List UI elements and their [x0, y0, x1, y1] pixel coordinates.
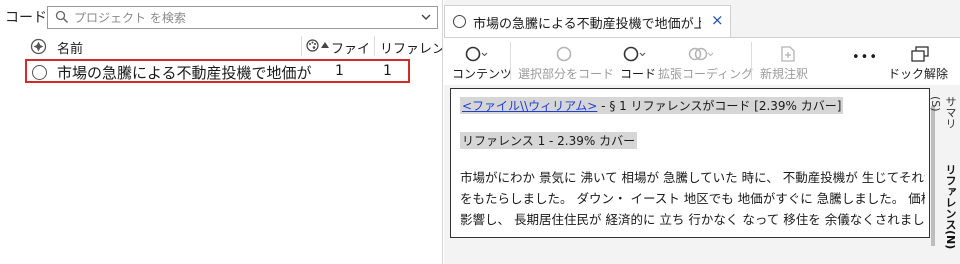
tab-code-detail[interactable]: 市場の急騰による不動産投機で地価が上昇し、 × — [444, 5, 731, 37]
target-icon[interactable] — [30, 38, 47, 55]
column-divider[interactable] — [374, 36, 375, 56]
column-header-name[interactable]: 名前 — [57, 38, 83, 57]
code-selection-button[interactable]: 選択部分をコード — [518, 40, 616, 84]
code-list-pane: コード 名前 ファイ リファレン — [0, 0, 443, 264]
code-list-header: 名前 ファイ リファレン — [0, 36, 443, 57]
reference-text-line: 影響し、 長期居住住民が 経済的に 立ち 行かなく なって 移住を 余儀なくされ… — [460, 212, 925, 227]
search-input[interactable] — [74, 9, 404, 26]
new-memo-icon — [781, 46, 795, 62]
project-search-box[interactable] — [47, 6, 438, 29]
detail-toolbar: コンテンツ 選択部分をコード コード 拡張コーディング 新規注釈 ••• ドック… — [444, 37, 960, 85]
new-memo-label: 新規注釈 — [760, 67, 809, 81]
undock-label: ドック解除 — [888, 67, 949, 81]
tab-label: 市場の急騰による不動産投機で地価が上昇し、 — [473, 17, 701, 32]
contents-radio-icon — [465, 46, 488, 62]
reference-header: リファレンス 1 - 2.39% カバー — [460, 132, 638, 149]
tab-summary[interactable]: サマリ (S) — [929, 96, 958, 144]
code-reference-count: 1 — [383, 63, 392, 79]
column-divider[interactable] — [301, 36, 302, 56]
code-button[interactable]: コード — [620, 40, 656, 84]
toolbar-divider — [751, 42, 752, 80]
reference-text-line: をもたらしました。 ダウン・ イースト 地区でも 地価がすぐに 急騰しました。 … — [460, 191, 925, 206]
close-icon[interactable]: × — [711, 11, 724, 29]
code-radio-icon — [453, 15, 466, 28]
tab-reference[interactable]: リファレンス(N) — [940, 164, 958, 262]
contents-button[interactable]: コンテンツ — [452, 40, 512, 84]
undock-window-icon — [911, 46, 929, 62]
more-icon: ••• — [852, 50, 879, 65]
side-tab-strip: サマリ (S) リファレンス(N) — [929, 88, 960, 264]
code-search-row: コード — [0, 0, 443, 34]
extended-coding-button[interactable]: 拡張コーディング — [658, 40, 753, 84]
new-memo-button[interactable]: 新規注釈 — [760, 40, 816, 84]
toolbar-divider — [510, 42, 511, 80]
file-link[interactable]: <ファイル\\ウィリアム> — [462, 99, 597, 113]
chevron-down-icon[interactable] — [421, 13, 431, 21]
reference-document-view[interactable]: <ファイル\\ウィリアム> - § 1 リファレンスがコード [2.39% カバ… — [450, 88, 930, 238]
coverage-summary: - § 1 リファレンスがコード [2.39% カバー] — [597, 99, 842, 113]
column-header-files[interactable]: ファイ — [331, 38, 370, 57]
code-selection-icon — [556, 46, 572, 62]
extended-coding-label: 拡張コーディング — [658, 67, 754, 81]
search-icon — [55, 10, 69, 24]
pane-title: コード — [5, 10, 47, 26]
detail-pane: 市場の急騰による不動産投機で地価が上昇し、 × コンテンツ 選択部分をコード コ… — [444, 0, 960, 264]
code-file-count: 1 — [335, 63, 344, 79]
extended-coding-icon — [688, 47, 714, 61]
sort-ascending-icon — [321, 42, 329, 48]
document-reference-header: <ファイル\\ウィリアム> - § 1 リファレンスがコード [2.39% カバ… — [460, 97, 844, 114]
code-radio-icon — [623, 46, 646, 62]
column-header-references[interactable]: リファレン — [380, 38, 442, 57]
code-radio-icon[interactable] — [32, 65, 47, 80]
code-name: 市場の急騰による不動産投機で地価が — [57, 64, 312, 82]
more-options-button[interactable]: ••• — [852, 40, 880, 84]
contents-label: コンテンツ — [452, 67, 513, 81]
reference-text-line: 市場がにわか 景気に 沸いて 相場が 急騰していた 時に、 不動産投機が 生じて… — [460, 170, 925, 185]
scrollbar[interactable] — [931, 106, 935, 246]
undock-button[interactable]: ドック解除 — [888, 40, 948, 84]
reference-text: 市場がにわか 景気に 沸いて 相場が 急騰していた 時に、 不動産投機が 生じて… — [460, 167, 925, 230]
code-selection-label: 選択部分をコード — [518, 67, 615, 81]
code-label: コード — [620, 67, 657, 81]
code-row[interactable]: 市場の急騰による不動産投機で地価が 1 1 — [25, 59, 410, 83]
palette-icon[interactable] — [306, 39, 319, 52]
